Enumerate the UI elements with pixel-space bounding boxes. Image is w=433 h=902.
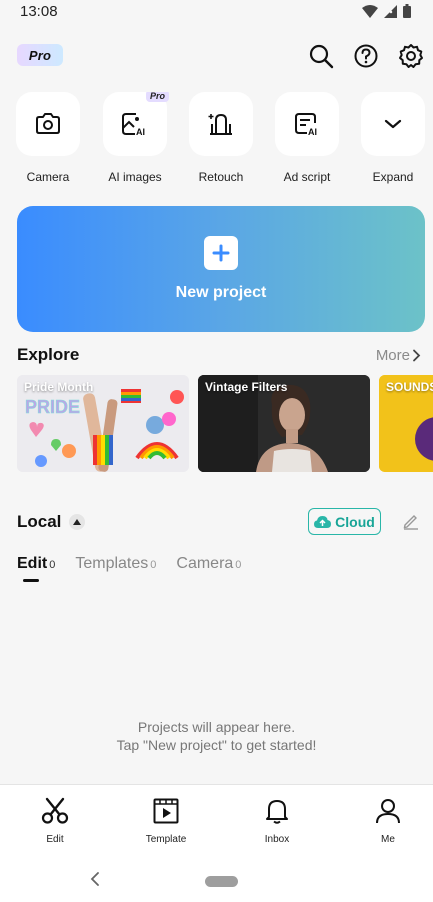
empty-line-1: Projects will appear here.	[137, 719, 296, 735]
person-icon	[376, 799, 400, 824]
card-title: Vintage Filters	[205, 380, 288, 394]
new-project-button[interactable]: New project	[17, 206, 425, 332]
more-label: More	[375, 347, 410, 364]
template-icon	[153, 798, 179, 824]
camera-icon	[36, 113, 60, 134]
battery-icon	[403, 4, 411, 18]
system-nav-bar	[0, 850, 433, 902]
caret-up-icon[interactable]	[69, 514, 85, 530]
tab-count: 0	[235, 559, 242, 571]
ai-image-icon: AI	[122, 113, 145, 137]
tool-label: Ad script	[283, 170, 331, 184]
tool-camera[interactable]: Camera	[3, 92, 93, 184]
tab-camera[interactable]: Camera 0	[176, 555, 241, 573]
tool-label: Retouch	[198, 170, 244, 184]
nav-edit[interactable]: Edit	[15, 797, 95, 845]
nav-label: Edit	[46, 834, 64, 845]
local-title: Local	[17, 512, 62, 531]
tab-templates[interactable]: Templates 0	[75, 555, 156, 573]
tool-retouch[interactable]: Retouch	[176, 92, 266, 184]
tab-label: Edit	[17, 555, 48, 572]
retouch-icon	[208, 113, 232, 135]
expand-tool-tile[interactable]	[361, 92, 425, 156]
empty-state-message: Projects will appear here. Tap "New proj…	[0, 718, 433, 754]
tool-label: Camera	[26, 170, 70, 184]
card-title: SOUNDS	[386, 380, 433, 394]
tool-label: AI images	[108, 170, 162, 184]
chevron-right-icon	[413, 349, 421, 362]
nav-template[interactable]: Template	[126, 797, 206, 845]
ad-script-tool-tile[interactable]: AI	[275, 92, 339, 156]
back-chevron-icon[interactable]	[90, 872, 100, 886]
tab-edit[interactable]: Edit 0	[17, 555, 55, 573]
explore-card-pride-month[interactable]: PRIDE Pride Month	[17, 375, 189, 472]
tab-count: 0	[150, 559, 157, 571]
nav-me[interactable]: Me	[348, 797, 428, 845]
pro-badge[interactable]: Pro	[17, 44, 63, 66]
signal-icon	[384, 4, 397, 18]
chevron-down-icon	[384, 119, 402, 129]
cloud-button[interactable]: Cloud	[308, 508, 381, 535]
top-header: Pro	[0, 34, 433, 78]
tab-label: Camera	[176, 555, 234, 572]
scissors-icon	[41, 797, 69, 824]
ai-images-tool-tile[interactable]: Pro AI	[103, 92, 169, 156]
local-tabs: Edit 0 Templates 0 Camera 0	[17, 555, 241, 573]
status-bar: 13:08	[0, 0, 433, 22]
explore-more-link[interactable]: More	[376, 347, 421, 364]
status-time: 13:08	[20, 2, 58, 20]
pro-mini-badge: Pro	[145, 92, 169, 102]
retouch-tool-tile[interactable]	[189, 92, 253, 156]
bottom-nav: Edit Template Inbox Me	[0, 784, 433, 850]
plus-icon	[204, 236, 238, 270]
search-icon[interactable]	[307, 42, 335, 70]
home-pill[interactable]	[205, 876, 238, 887]
card-title: Pride Month	[24, 380, 94, 394]
svg-text:AI: AI	[136, 127, 145, 137]
tool-expand[interactable]: Expand	[348, 92, 433, 184]
tools-row: Camera Pro AI AI images Retouch AI Ad sc…	[0, 92, 433, 192]
camera-tool-tile[interactable]	[16, 92, 80, 156]
help-icon[interactable]	[352, 42, 380, 70]
nav-inbox[interactable]: Inbox	[237, 797, 317, 845]
ad-script-icon: AI	[295, 113, 317, 137]
bell-icon	[266, 800, 288, 824]
explore-card-sounds[interactable]: SOUNDS	[379, 375, 433, 472]
cloud-label: Cloud	[335, 513, 375, 530]
status-icons	[362, 4, 411, 18]
svg-text:AI: AI	[308, 127, 317, 137]
gear-icon[interactable]	[397, 42, 425, 70]
nav-label: Inbox	[264, 834, 290, 845]
nav-label: Template	[145, 834, 187, 845]
tool-ad-script[interactable]: AI Ad script	[262, 92, 352, 184]
explore-card-vintage-filters[interactable]: Vintage Filters	[198, 375, 370, 472]
empty-line-2: Tap "New project" to get started!	[116, 737, 317, 753]
svg-text:PRIDE: PRIDE	[25, 397, 80, 417]
pencil-icon[interactable]	[402, 512, 420, 535]
new-project-label: New project	[175, 284, 267, 301]
wifi-icon	[362, 4, 378, 18]
active-tab-indicator	[23, 579, 39, 582]
nav-label: Me	[381, 834, 395, 845]
tab-count: 0	[49, 559, 56, 571]
explore-title: Explore	[17, 345, 80, 364]
tool-label: Expand	[372, 170, 414, 184]
tool-ai-images[interactable]: Pro AI AI images	[90, 92, 180, 184]
cloud-upload-icon	[314, 516, 332, 528]
tab-label: Templates	[75, 555, 149, 572]
